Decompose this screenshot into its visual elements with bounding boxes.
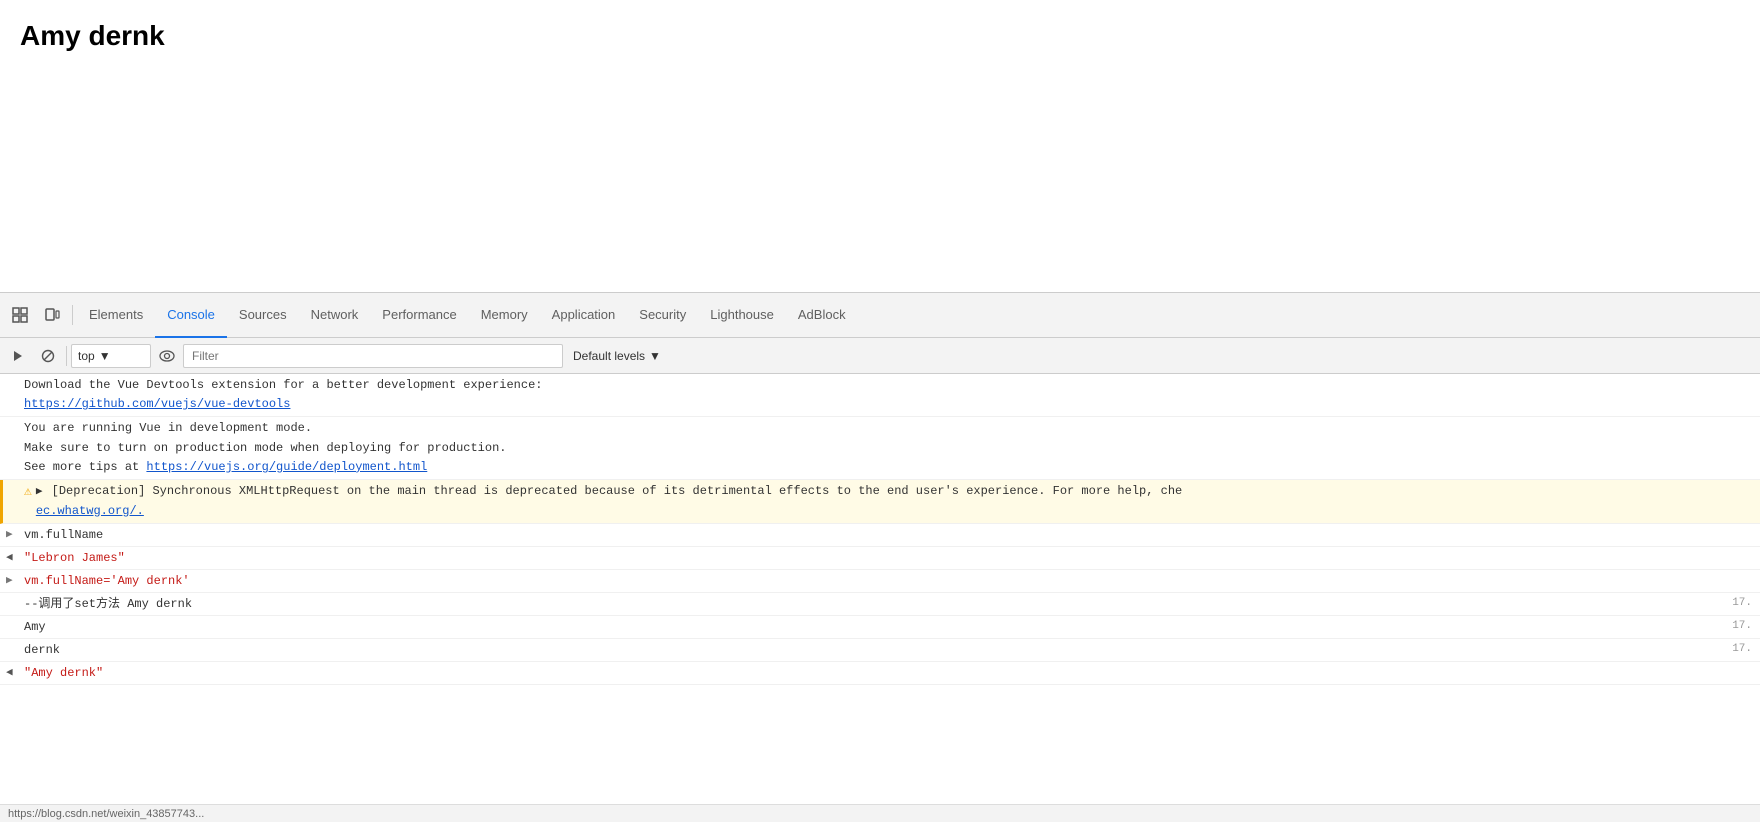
- devtools-panel: Elements Console Sources Network Perform…: [0, 292, 1760, 822]
- console-line-dernk: dernk 17.: [0, 639, 1760, 662]
- tab-performance[interactable]: Performance: [370, 293, 468, 338]
- dernk-text: dernk: [24, 641, 60, 659]
- tab-console[interactable]: Console: [155, 293, 227, 338]
- tab-elements[interactable]: Elements: [77, 293, 155, 338]
- deprecation-msg: [Deprecation] Synchronous XMLHttpRequest…: [52, 484, 1183, 498]
- tab-divider-1: [72, 305, 73, 325]
- console-line-output-2: ◀ "Amy dernk": [0, 662, 1760, 685]
- vue-devtools-link[interactable]: https://github.com/vuejs/vue-devtools: [24, 397, 290, 411]
- levels-dropdown[interactable]: Default levels ▼: [565, 344, 669, 368]
- cmd-text-2: vm.fullName='Amy dernk': [24, 572, 190, 590]
- line-num-1: 17.: [1712, 595, 1752, 612]
- levels-arrow-icon: ▼: [649, 349, 661, 363]
- inspect-element-icon[interactable]: [4, 299, 36, 331]
- tab-lighthouse[interactable]: Lighthouse: [698, 293, 786, 338]
- console-toolbar: top ▼ Default levels ▼: [0, 338, 1760, 374]
- deprecation-arrow[interactable]: ▶: [36, 486, 43, 498]
- tab-network[interactable]: Network: [299, 293, 371, 338]
- tab-sources[interactable]: Sources: [227, 293, 299, 338]
- console-line-1: Download the Vue Devtools extension for …: [0, 374, 1760, 417]
- clear-console-icon[interactable]: [34, 342, 62, 370]
- page-title: Amy dernk: [20, 20, 1740, 52]
- run-script-icon[interactable]: [4, 342, 32, 370]
- cmd-arrow-2[interactable]: ▶: [6, 573, 13, 590]
- line-num-2: 17.: [1712, 618, 1752, 635]
- cmd-arrow-1[interactable]: ▶: [6, 527, 13, 544]
- deprecation-link[interactable]: ec.whatwg.org/.: [36, 504, 144, 518]
- vue-devtools-msg: Download the Vue Devtools extension for …: [24, 378, 542, 411]
- eye-icon[interactable]: [153, 342, 181, 370]
- output-arrow-1: ◀: [6, 550, 13, 567]
- vue-deployment-link[interactable]: https://vuejs.org/guide/deployment.html: [146, 460, 427, 474]
- output-value-1: "Lebron James": [24, 549, 125, 567]
- console-line-output-1: ◀ "Lebron James": [0, 547, 1760, 570]
- tab-application[interactable]: Application: [540, 293, 628, 338]
- tab-adblock[interactable]: AdBlock: [786, 293, 858, 338]
- output-value-2: "Amy dernk": [24, 664, 103, 682]
- output-arrow-2: ◀: [6, 665, 13, 682]
- device-toolbar-icon[interactable]: [36, 299, 68, 331]
- tab-security[interactable]: Security: [627, 293, 698, 338]
- vue-dev-mode-msg: You are running Vue in development mode.…: [24, 421, 506, 473]
- cmd-text-1: vm.fullName: [24, 526, 103, 544]
- line-num-3: 17.: [1712, 641, 1752, 658]
- amy-text: Amy: [24, 618, 46, 636]
- setter-text: --调用了set方法 Amy dernk: [24, 595, 192, 613]
- status-bar: https://blog.csdn.net/weixin_43857743...: [0, 804, 1760, 822]
- context-selector[interactable]: top ▼: [71, 344, 151, 368]
- warning-icon: ⚠: [24, 482, 32, 502]
- page-content: Amy dernk: [0, 0, 1760, 290]
- context-dropdown-arrow: ▼: [99, 349, 111, 363]
- console-line-warning: ⚠ ▶ [Deprecation] Synchronous XMLHttpReq…: [0, 480, 1760, 524]
- console-line-2: You are running Vue in development mode.…: [0, 417, 1760, 480]
- status-url: https://blog.csdn.net/weixin_43857743...: [8, 808, 204, 820]
- filter-input[interactable]: [183, 344, 563, 368]
- console-line-cmd-2: ▶ vm.fullName='Amy dernk': [0, 570, 1760, 593]
- tab-memory[interactable]: Memory: [469, 293, 540, 338]
- console-line-cmd-1: ▶ vm.fullName: [0, 524, 1760, 547]
- devtools-tab-bar: Elements Console Sources Network Perform…: [0, 293, 1760, 338]
- console-line-amy: Amy 17.: [0, 616, 1760, 639]
- console-line-setter: --调用了set方法 Amy dernk 17.: [0, 593, 1760, 616]
- console-output: Download the Vue Devtools extension for …: [0, 374, 1760, 804]
- toolbar-sep-1: [66, 346, 67, 366]
